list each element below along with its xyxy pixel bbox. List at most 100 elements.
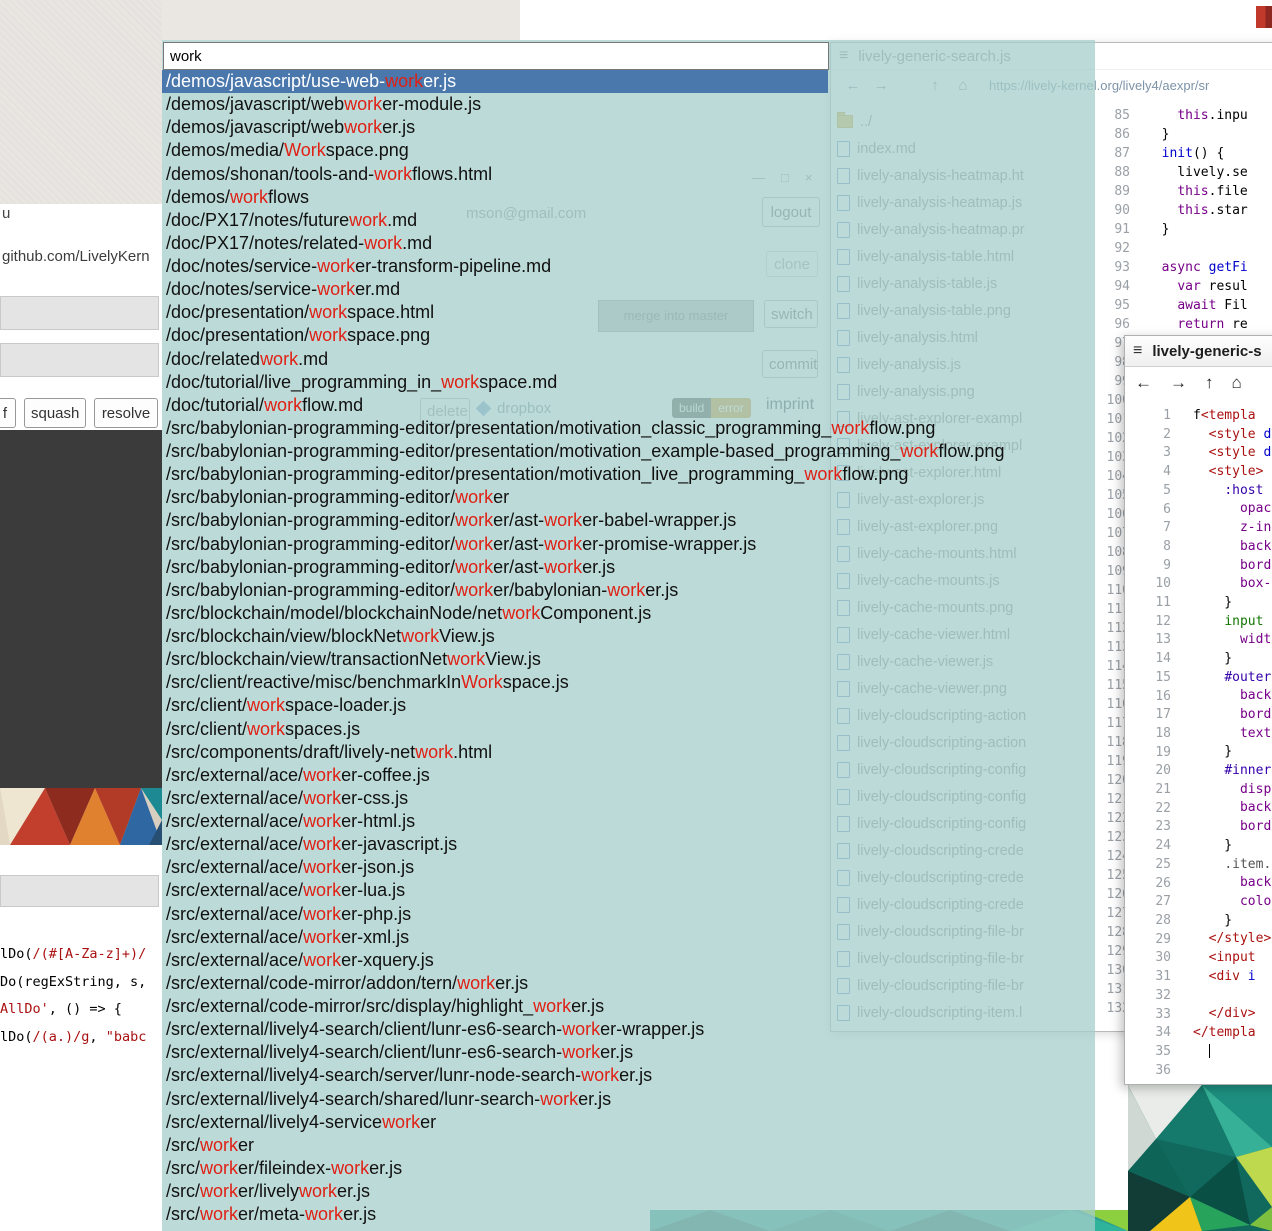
- search-match: work: [260, 349, 298, 369]
- search-result-item[interactable]: /doc/notes/service-worker-transform-pipe…: [162, 255, 828, 278]
- search-result-item[interactable]: /src/blockchain/view/blockNetworkView.js: [162, 625, 828, 648]
- search-result-item[interactable]: /src/client/workspaces.js: [162, 718, 828, 741]
- triangle-pattern-bottom-right: [1128, 1085, 1272, 1231]
- search-match: work: [455, 580, 493, 600]
- search-results: /demos/javascript/use-web-worker.js/demo…: [162, 70, 828, 1226]
- search-result-item[interactable]: /src/babylonian-programming-editor/worke…: [162, 556, 828, 579]
- search-result-item[interactable]: /doc/presentation/workspace.png: [162, 324, 828, 347]
- search-result-item[interactable]: /demos/javascript/webworker.js: [162, 116, 828, 139]
- search-match: work: [382, 1112, 420, 1132]
- search-result-item[interactable]: /src/external/ace/worker-php.js: [162, 903, 828, 926]
- search-result-item[interactable]: /doc/relatedwork.md: [162, 348, 828, 371]
- partial-button-f[interactable]: f: [0, 398, 16, 428]
- search-result-item[interactable]: /src/client/reactive/misc/benchmarkInWor…: [162, 671, 828, 694]
- search-match: work: [455, 510, 493, 530]
- search-match: work: [415, 742, 453, 762]
- text-field-1[interactable]: [0, 296, 159, 330]
- search-result-item[interactable]: /demos/javascript/use-web-worker.js: [162, 70, 828, 93]
- search-result-item[interactable]: /doc/notes/service-worker.md: [162, 278, 828, 301]
- search-result-item[interactable]: /src/external/ace/worker-html.js: [162, 810, 828, 833]
- search-input[interactable]: [163, 42, 829, 70]
- search-result-item[interactable]: /doc/tutorial/live_programming_in_worksp…: [162, 371, 828, 394]
- search-match: work: [455, 534, 493, 554]
- search-match: work: [303, 834, 341, 854]
- search-match: work: [264, 395, 302, 415]
- hamburger-menu-icon[interactable]: ≡: [1133, 342, 1142, 360]
- search-match: work: [447, 649, 485, 669]
- search-result-item[interactable]: /src/components/draft/lively-network.htm…: [162, 741, 828, 764]
- search-result-item[interactable]: /demos/media/Workspace.png: [162, 139, 828, 162]
- search-result-item[interactable]: /src/worker/fileindex-worker.js: [162, 1157, 828, 1180]
- search-result-item[interactable]: /doc/tutorial/workflow.md: [162, 394, 828, 417]
- search-result-item[interactable]: /src/external/ace/worker-css.js: [162, 787, 828, 810]
- search-result-item[interactable]: /demos/workflows: [162, 186, 828, 209]
- search-result-item[interactable]: /src/babylonian-programming-editor/worke…: [162, 533, 828, 556]
- search-result-item[interactable]: /src/external/ace/worker-xml.js: [162, 926, 828, 949]
- background-texture: [0, 0, 162, 204]
- search-match: work: [344, 94, 382, 114]
- home-button[interactable]: ⌂: [1232, 373, 1242, 393]
- code-area[interactable]: f<templa <style d <style d <style> :host…: [1179, 407, 1272, 1085]
- search-match: work: [303, 857, 341, 877]
- github-url[interactable]: github.com/LivelyKern: [2, 248, 162, 265]
- text-field-3[interactable]: [0, 875, 159, 907]
- up-button[interactable]: ↑: [1205, 373, 1214, 393]
- squash-button[interactable]: squash: [24, 398, 86, 428]
- search-result-item[interactable]: /src/external/ace/worker-json.js: [162, 856, 828, 879]
- back-button[interactable]: ←: [1135, 373, 1152, 393]
- forward-button[interactable]: →: [1170, 373, 1187, 393]
- search-result-item[interactable]: /src/babylonian-programming-editor/prese…: [162, 463, 828, 486]
- search-match: work: [544, 534, 582, 554]
- search-match: work: [200, 1135, 238, 1155]
- search-result-item[interactable]: /doc/PX17/notes/related-work.md: [162, 232, 828, 255]
- search-match: work: [401, 626, 439, 646]
- search-overlay: /demos/javascript/use-web-worker.js/demo…: [162, 40, 1095, 1231]
- search-result-item[interactable]: /src/external/ace/worker-coffee.js: [162, 764, 828, 787]
- search-result-item[interactable]: /src/worker/livelyworker.js: [162, 1180, 828, 1203]
- search-result-item[interactable]: /demos/javascript/webworker-module.js: [162, 93, 828, 116]
- search-match: work: [385, 71, 423, 91]
- search-result-item[interactable]: /demos/shonan/tools-and-workflows.html: [162, 163, 828, 186]
- template-editor[interactable]: 1234567891011121314151617181920212223242…: [1125, 399, 1272, 1085]
- search-result-item[interactable]: /src/blockchain/model/blockchainNode/net…: [162, 602, 828, 625]
- search-result-item[interactable]: /src/external/lively4-serviceworker: [162, 1111, 828, 1134]
- search-match: work: [457, 973, 495, 993]
- editor-window-titlebar[interactable]: ≡ lively-generic-s: [1125, 336, 1272, 367]
- search-match: work: [247, 719, 285, 739]
- search-match: work: [309, 302, 347, 322]
- code-fragment[interactable]: lDo(/(#[A-Za-z]+)/Do(regExString, s,AllD…: [0, 941, 162, 1055]
- search-match: work: [200, 1181, 238, 1201]
- search-result-item[interactable]: /src/external/lively4-search/client/lunr…: [162, 1018, 828, 1041]
- search-result-item[interactable]: /src/client/workspace-loader.js: [162, 694, 828, 717]
- search-result-item[interactable]: /src/external/lively4-search/shared/lunr…: [162, 1088, 828, 1111]
- search-match: work: [305, 1204, 343, 1224]
- search-result-item[interactable]: /src/worker: [162, 1134, 828, 1157]
- search-result-item[interactable]: /src/external/lively4-search/client/lunr…: [162, 1041, 828, 1064]
- background-texture-top: [162, 0, 520, 40]
- search-result-item[interactable]: /src/external/lively4-search/server/lunr…: [162, 1064, 828, 1087]
- search-result-item[interactable]: /src/babylonian-programming-editor/prese…: [162, 440, 828, 463]
- search-result-item[interactable]: /src/worker/meta-worker.js: [162, 1203, 828, 1226]
- search-result-item[interactable]: /src/babylonian-programming-editor/prese…: [162, 417, 828, 440]
- search-result-item[interactable]: /src/babylonian-programming-editor/worke…: [162, 579, 828, 602]
- search-match: work: [540, 1089, 578, 1109]
- search-match: work: [502, 603, 540, 623]
- label-u: u: [2, 205, 10, 222]
- search-match: work: [441, 372, 479, 392]
- resolve-button[interactable]: resolve: [94, 398, 158, 428]
- search-result-item[interactable]: /src/external/code-mirror/src/display/hi…: [162, 995, 828, 1018]
- search-result-item[interactable]: /src/babylonian-programming-editor/worke…: [162, 486, 828, 509]
- search-result-item[interactable]: /src/external/ace/worker-xquery.js: [162, 949, 828, 972]
- search-match: work: [317, 279, 355, 299]
- search-match: work: [200, 1204, 238, 1224]
- search-result-item[interactable]: /doc/PX17/notes/futurework.md: [162, 209, 828, 232]
- search-result-item[interactable]: /src/external/code-mirror/addon/tern/wor…: [162, 972, 828, 995]
- search-match: work: [562, 1019, 600, 1039]
- search-result-item[interactable]: /src/blockchain/view/transactionNetworkV…: [162, 648, 828, 671]
- editor-navbar: ← → ↑ ⌂: [1125, 367, 1272, 399]
- search-result-item[interactable]: /src/external/ace/worker-javascript.js: [162, 833, 828, 856]
- search-result-item[interactable]: /src/external/ace/worker-lua.js: [162, 879, 828, 902]
- search-result-item[interactable]: /src/babylonian-programming-editor/worke…: [162, 509, 828, 532]
- search-result-item[interactable]: /doc/presentation/workspace.html: [162, 301, 828, 324]
- text-field-2[interactable]: [0, 343, 159, 377]
